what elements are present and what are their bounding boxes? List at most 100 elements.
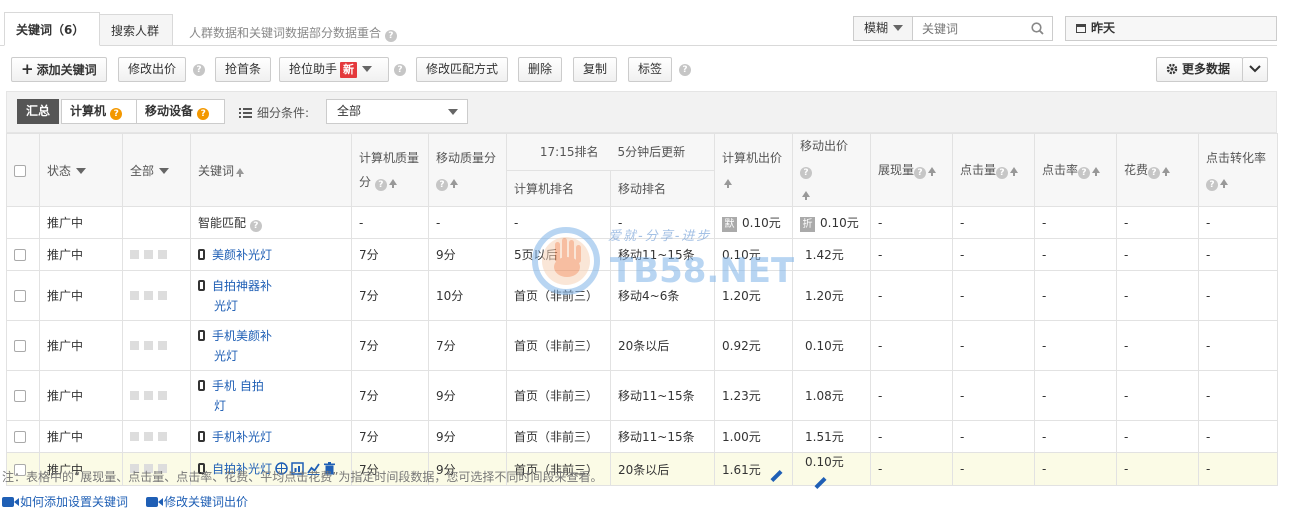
sort-icon[interactable]	[1092, 167, 1101, 176]
mobile-quality-header[interactable]: 移动质量分?	[428, 133, 507, 207]
date-select[interactable]: 昨天	[1065, 16, 1277, 41]
placeholder-block	[130, 290, 139, 300]
grab-first-button[interactable]: 抢首条	[215, 57, 272, 82]
sort-icon[interactable]	[1010, 167, 1019, 176]
pencil-icon[interactable]	[770, 469, 783, 482]
conversion-cell: -	[1198, 320, 1278, 371]
row-checkbox[interactable]	[14, 390, 26, 402]
cost-header[interactable]: 花费?	[1116, 133, 1199, 207]
conversion-header[interactable]: 点击转化率?	[1198, 133, 1278, 207]
search-box: 模糊	[853, 16, 1053, 41]
ctr-header[interactable]: 点击率?	[1034, 133, 1117, 207]
row-checkbox[interactable]	[14, 431, 26, 443]
keyword-link-line2[interactable]: 光灯	[198, 296, 344, 316]
rank-helper-button[interactable]: 抢位助手新	[279, 57, 389, 82]
pc-bid-cell: 1.20元	[714, 270, 793, 321]
help-icon[interactable]: ?	[1206, 179, 1218, 191]
row-checkbox[interactable]	[14, 340, 26, 352]
pc-quality-header[interactable]: 计算机质量分 ?	[351, 133, 429, 207]
help-icon[interactable]: ?	[394, 64, 406, 76]
row-checkbox[interactable]	[14, 290, 26, 302]
keyword-search-input[interactable]	[914, 17, 1029, 40]
pencil-icon[interactable]	[814, 476, 827, 490]
conversion-header-label: 点击转化率	[1206, 151, 1267, 165]
help-icon[interactable]: ?	[193, 64, 205, 76]
help-icon[interactable]: ?	[1078, 167, 1091, 179]
more-data-dropdown[interactable]	[1242, 57, 1268, 82]
modify-price-button[interactable]: 修改出价	[118, 57, 187, 82]
keyword-link[interactable]: 自拍神器补	[212, 279, 272, 293]
help-icon[interactable]: ?	[1148, 167, 1161, 179]
keyword-header[interactable]: 关键词	[190, 133, 352, 207]
clicks-cell: -	[952, 270, 1035, 321]
help-link-modify-bid[interactable]: 修改关键词出价	[146, 493, 248, 510]
copy-button[interactable]: 复制	[573, 57, 618, 82]
help-link-add-keyword[interactable]: 如何添加设置关键词	[2, 493, 128, 510]
segment-pc[interactable]: 计算机 ?	[61, 99, 137, 124]
pc-bid-header[interactable]: 计算机出价	[714, 133, 793, 207]
placeholder-block	[144, 290, 153, 300]
sort-icon[interactable]	[236, 167, 245, 177]
checkbox-cell	[6, 420, 40, 453]
more-data-button[interactable]: 更多数据	[1156, 57, 1243, 82]
condition-select[interactable]: 全部	[326, 99, 468, 124]
help-icon[interactable]: ?	[914, 167, 927, 179]
clicks-header[interactable]: 点击量?	[952, 133, 1035, 207]
status-header-label: 状态	[47, 163, 72, 178]
cost-cell: -	[1116, 206, 1199, 239]
match-mode-select[interactable]: 模糊	[854, 17, 913, 40]
help-icon[interactable]: ?	[197, 108, 210, 120]
segment-mobile[interactable]: 移动设备 ?	[136, 99, 225, 124]
row-checkbox[interactable]	[14, 249, 26, 261]
sort-icon[interactable]	[802, 191, 810, 200]
mobile-bid-cell: 1.20元	[792, 270, 871, 321]
delete-button[interactable]: 删除	[518, 57, 563, 82]
sort-icon[interactable]	[450, 179, 458, 188]
cost-cell: -	[1116, 238, 1199, 271]
help-icon[interactable]: ?	[436, 179, 448, 191]
tag-button[interactable]: 标签	[628, 57, 673, 82]
clicks-cell: -	[952, 320, 1035, 371]
segment-summary[interactable]: 汇总	[17, 99, 60, 124]
keyword-cell: 手机美颜补光灯	[190, 320, 352, 371]
keyword-link[interactable]: 手机补光灯	[212, 430, 272, 444]
impressions-header[interactable]: 展现量?	[870, 133, 953, 207]
keyword-link[interactable]: 手机美颜补	[212, 329, 272, 343]
select-all-checkbox[interactable]	[14, 164, 26, 177]
mobile-bid-value: 0.10元	[820, 215, 859, 230]
sort-icon[interactable]	[1220, 179, 1228, 188]
help-icon[interactable]: ?	[679, 64, 691, 76]
keyword-link-line2[interactable]: 灯	[198, 396, 344, 416]
sort-icon[interactable]	[928, 167, 937, 176]
help-icon[interactable]: ?	[384, 30, 397, 42]
search-icon[interactable]	[1031, 22, 1044, 35]
sort-icon[interactable]	[724, 179, 732, 188]
status-header[interactable]: 状态	[39, 133, 123, 207]
impressions-cell: -	[870, 270, 953, 321]
help-icon[interactable]: ?	[374, 179, 387, 191]
placeholder-block	[130, 390, 139, 400]
impressions-header-label: 展现量	[878, 163, 915, 177]
keyword-cell: 美颜补光灯	[190, 238, 352, 271]
keyword-link[interactable]: 手机 自拍	[212, 379, 264, 393]
mobile-bid-header[interactable]: 移动出价 ?	[792, 133, 871, 207]
tab-search-crowd[interactable]: 搜索人群	[99, 14, 173, 46]
mobile-icon	[198, 329, 205, 341]
help-icon[interactable]: ?	[996, 167, 1009, 179]
pc-bid-value: 1.00元	[722, 430, 761, 444]
sort-icon[interactable]	[388, 179, 397, 188]
keyword-cell: 自拍神器补光灯	[190, 270, 352, 321]
cost-cell: -	[1116, 452, 1199, 486]
keyword-link-line2[interactable]: 光灯	[198, 346, 344, 366]
mobile-quality-cell: 9分	[428, 238, 507, 271]
help-icon[interactable]: ?	[110, 108, 123, 120]
mobile-bid-header-line2	[800, 182, 863, 206]
help-icon[interactable]: ?	[800, 167, 812, 179]
help-icon[interactable]: ?	[249, 219, 262, 232]
sort-icon[interactable]	[1162, 167, 1171, 176]
keyword-link[interactable]: 美颜补光灯	[212, 248, 272, 262]
modify-match-button[interactable]: 修改匹配方式	[416, 57, 509, 82]
tab-keywords[interactable]: 关键词（6）	[4, 12, 100, 46]
all-header[interactable]: 全部	[122, 133, 191, 207]
add-keyword-button[interactable]: + 添加关键词	[11, 57, 107, 82]
